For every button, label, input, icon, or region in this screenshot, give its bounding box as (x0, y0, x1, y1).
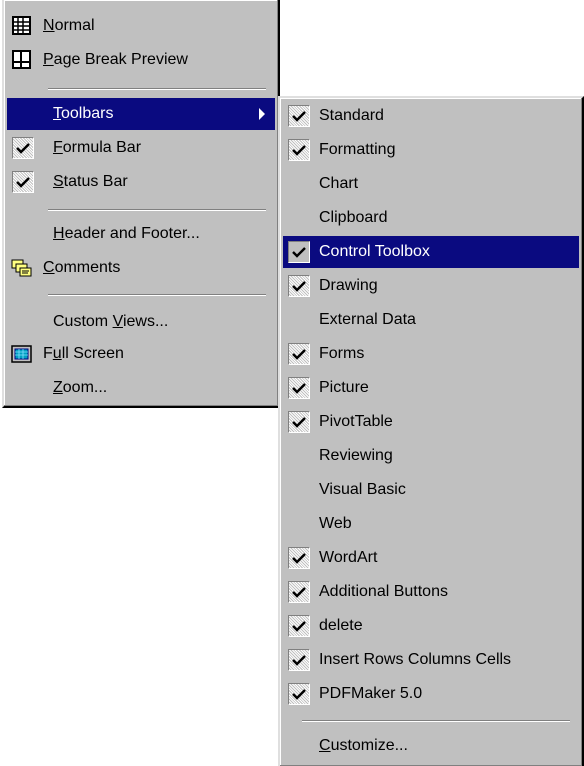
toolbar-item-delete[interactable]: delete (283, 610, 579, 642)
label-rest: age Break Preview (53, 51, 188, 68)
label-rest: oolbars (61, 105, 114, 122)
toolbar-item-external-data[interactable]: External Data (283, 304, 579, 336)
checkmark-icon (288, 377, 310, 399)
label-rest: ustomize... (330, 737, 408, 754)
menu-item-label: Comments (43, 259, 121, 276)
menu-separator (48, 294, 266, 296)
toolbar-item-label: Forms (319, 345, 365, 362)
label-rest: eader and Footer... (64, 225, 200, 242)
menu-item-label: Header and Footer... (53, 225, 200, 242)
menu-item-label: Full Screen (43, 345, 124, 362)
toolbar-item-label: Reviewing (319, 447, 393, 464)
menu-separator (48, 209, 266, 211)
toolbar-item-label: Visual Basic (319, 481, 406, 498)
menu-item-label: Normal (43, 17, 95, 34)
menu-item-normal[interactable]: Normal (7, 10, 275, 42)
menu-item-label: Page Break Preview (43, 51, 188, 68)
toolbar-item-label: Control Toolbox (319, 243, 430, 260)
toolbar-item-label: PDFMaker 5.0 (319, 685, 423, 702)
toolbar-item-label: Chart (319, 175, 359, 192)
toolbar-item-label: WordArt (319, 549, 378, 566)
menu-item-label: Toolbars (53, 105, 114, 122)
checkmark-icon (288, 581, 310, 603)
toolbar-item-label: Additional Buttons (319, 583, 448, 600)
label-rest: ormula Bar (62, 139, 142, 156)
toolbar-item-drawing[interactable]: Drawing (283, 270, 579, 302)
menu-item-label: Custom Views... (53, 313, 169, 330)
toolbar-item-pivottable[interactable]: PivotTable (283, 406, 579, 438)
toolbar-item-insert-rows-columns-cells[interactable]: Insert Rows Columns Cells (283, 644, 579, 676)
menu-item-formula-bar[interactable]: Formula Bar (7, 132, 275, 164)
toolbar-item-formatting[interactable]: Formatting (283, 134, 579, 166)
page-break-preview-icon (11, 49, 33, 71)
menu-item-comments[interactable]: Comments (7, 252, 275, 284)
submenu-arrow-icon (259, 108, 265, 120)
toolbar-item-pdfmaker[interactable]: PDFMaker 5.0 (283, 678, 579, 710)
checkmark-icon (288, 547, 310, 569)
normal-view-icon (11, 15, 33, 37)
checkmark-icon (288, 105, 310, 127)
checkmark-icon (288, 343, 310, 365)
toolbar-item-picture[interactable]: Picture (283, 372, 579, 404)
view-menu: Normal Page Break Preview Toolbars Formu… (2, 0, 280, 408)
label-rest: ll Screen (61, 345, 124, 362)
toolbar-item-additional-buttons[interactable]: Additional Buttons (283, 576, 579, 608)
toolbar-item-standard[interactable]: Standard (283, 100, 579, 132)
checkmark-icon (12, 137, 34, 159)
toolbar-item-customize[interactable]: Customize... (283, 730, 579, 762)
menu-separator (302, 720, 570, 722)
menu-item-full-screen[interactable]: Full Screen (7, 338, 275, 370)
toolbar-item-label: Web (319, 515, 352, 532)
toolbar-item-label: Formatting (319, 141, 396, 158)
menu-item-custom-views[interactable]: Custom Views... (7, 306, 275, 338)
toolbar-item-wordart[interactable]: WordArt (283, 542, 579, 574)
menu-item-label: Zoom... (53, 379, 108, 396)
toolbar-item-forms[interactable]: Forms (283, 338, 579, 370)
toolbar-item-chart[interactable]: Chart (283, 168, 579, 200)
label-rest: oom... (62, 379, 108, 396)
checkmark-icon (288, 139, 310, 161)
full-screen-icon (11, 343, 33, 365)
toolbar-item-reviewing[interactable]: Reviewing (283, 440, 579, 472)
toolbar-item-label: Insert Rows Columns Cells (319, 651, 512, 668)
label-rest: omments (54, 259, 121, 276)
toolbar-item-label: Customize... (319, 737, 408, 754)
toolbar-item-label: Standard (319, 107, 384, 124)
checkmark-icon (288, 649, 310, 671)
checkmark-icon (288, 411, 310, 433)
menu-item-toolbars[interactable]: Toolbars (7, 98, 275, 130)
checkmark-icon (288, 683, 310, 705)
menu-item-zoom[interactable]: Zoom... (7, 372, 275, 404)
toolbar-item-label: External Data (319, 311, 416, 328)
toolbar-item-clipboard[interactable]: Clipboard (283, 202, 579, 234)
label-rest: iews... (122, 313, 169, 330)
toolbar-item-web[interactable]: Web (283, 508, 579, 540)
checkmark-icon (12, 171, 34, 193)
toolbar-item-label: Picture (319, 379, 369, 396)
menu-separator (48, 88, 266, 90)
toolbars-submenu: Standard Formatting Chart Clipboard Cont… (278, 96, 584, 766)
menu-item-label: Status Bar (53, 173, 128, 190)
toolbar-item-label: PivotTable (319, 413, 393, 430)
checkmark-icon (288, 275, 310, 297)
checkmark-icon (288, 241, 310, 263)
label-rest: ormal (54, 17, 95, 34)
toolbar-item-label: delete (319, 617, 363, 634)
menu-item-header-and-footer[interactable]: Header and Footer... (7, 218, 275, 250)
toolbar-item-visual-basic[interactable]: Visual Basic (283, 474, 579, 506)
toolbar-item-label: Clipboard (319, 209, 388, 226)
menu-item-status-bar[interactable]: Status Bar (7, 166, 275, 198)
checkmark-icon (288, 615, 310, 637)
toolbar-item-label: Drawing (319, 277, 378, 294)
menu-item-page-break-preview[interactable]: Page Break Preview (7, 44, 275, 76)
menu-item-label: Formula Bar (53, 139, 142, 156)
toolbar-item-control-toolbox[interactable]: Control Toolbox (283, 236, 579, 268)
label-rest: tatus Bar (63, 173, 128, 190)
comments-icon (11, 257, 33, 279)
label-rest: Custom (53, 313, 113, 330)
label-rest: F (43, 345, 53, 362)
